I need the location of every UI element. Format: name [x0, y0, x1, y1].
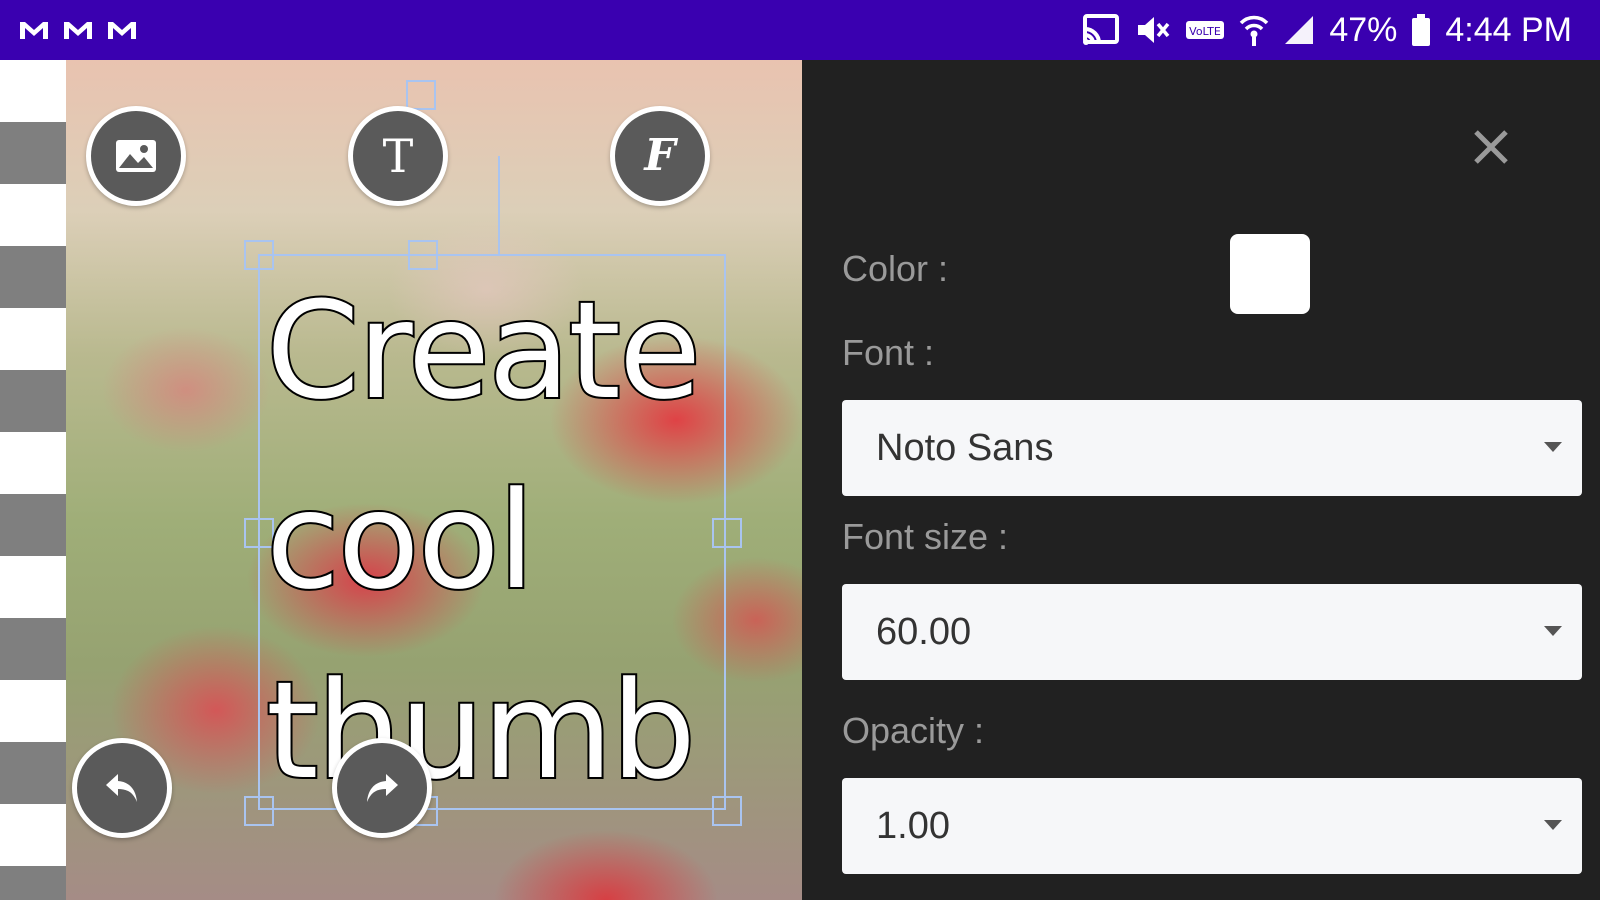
font-size-select[interactable]: 60.00 — [842, 584, 1582, 680]
chevron-down-icon — [1544, 820, 1562, 830]
battery-percent: 47% — [1329, 10, 1398, 49]
text-properties-panel: Color : Font : Noto Sans Font size : 60.… — [802, 60, 1600, 900]
clock: 4:44 PM — [1445, 10, 1572, 49]
gmail-icon — [18, 19, 50, 41]
chevron-down-icon — [1544, 442, 1562, 452]
battery-icon — [1411, 13, 1431, 47]
font-label: Font : — [842, 332, 935, 373]
chevron-down-icon — [1544, 626, 1562, 636]
editor-canvas[interactable]: Create cool thumb T F — [66, 60, 802, 900]
color-label: Color : — [842, 248, 949, 289]
rotation-line — [498, 156, 500, 254]
color-swatch[interactable] — [1230, 234, 1310, 314]
thumbnail-text[interactable]: Create cool thumb — [264, 256, 786, 826]
svg-text:VoLTE: VoLTE — [1189, 25, 1221, 38]
image-icon — [114, 138, 158, 174]
cast-icon — [1081, 13, 1121, 47]
font-select[interactable]: Noto Sans — [842, 400, 1582, 496]
add-text-button[interactable]: T — [348, 106, 448, 206]
text-icon: T — [382, 129, 414, 183]
opacity-value: 1.00 — [876, 804, 950, 847]
font-size-label: Font size : — [842, 516, 1009, 557]
status-bar: VoLTE 47% 4:44 PM — [0, 0, 1600, 60]
rotate-handle[interactable] — [406, 80, 436, 110]
undo-icon — [102, 768, 142, 808]
system-status: VoLTE 47% 4:44 PM — [1081, 11, 1572, 50]
transparency-checker — [0, 60, 66, 900]
add-image-button[interactable] — [86, 106, 186, 206]
undo-button[interactable] — [72, 738, 172, 838]
volte-icon: VoLTE — [1185, 17, 1225, 43]
opacity-select[interactable]: 1.00 — [842, 778, 1582, 874]
signal-icon — [1283, 14, 1315, 46]
font-button[interactable]: F — [610, 106, 710, 206]
gmail-icon — [106, 19, 138, 41]
font-icon: F — [644, 130, 676, 181]
opacity-label: Opacity : — [842, 710, 985, 751]
gmail-icon — [62, 19, 94, 41]
redo-icon — [362, 768, 402, 808]
mute-icon — [1135, 13, 1171, 47]
redo-button[interactable] — [332, 738, 432, 838]
close-button[interactable] — [1466, 124, 1516, 174]
notification-icons — [18, 19, 138, 41]
wifi-icon — [1239, 13, 1269, 47]
font-size-value: 60.00 — [876, 610, 972, 653]
close-icon — [1471, 127, 1511, 172]
font-select-value: Noto Sans — [876, 426, 1054, 469]
